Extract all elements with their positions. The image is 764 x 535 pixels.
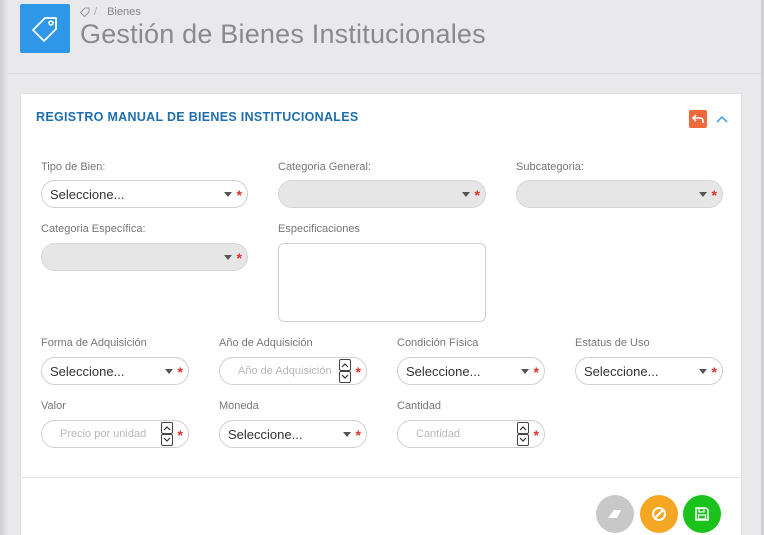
collapse-button[interactable] <box>715 112 729 126</box>
valor-placeholder: Precio por unidad <box>60 428 147 440</box>
required-mark: * <box>355 427 361 443</box>
tipo-bien-label: Tipo de Bien: <box>41 161 106 173</box>
subcategoria-select[interactable]: * <box>516 180 723 208</box>
ban-icon <box>652 507 666 521</box>
required-mark: * <box>177 427 183 443</box>
spin-up-icon[interactable] <box>339 359 351 371</box>
anio-adquisicion-stepper[interactable] <box>339 359 351 383</box>
required-mark: * <box>533 364 539 380</box>
footer-divider <box>21 477 741 478</box>
registration-panel: REGISTRO MANUAL DE BIENES INSTITUCIONALE… <box>20 93 742 535</box>
spin-up-icon[interactable] <box>517 422 529 434</box>
caret-down-icon <box>699 192 707 197</box>
categoria-general-label: Categoria General: <box>278 161 371 173</box>
breadcrumb-separator: / <box>94 6 98 18</box>
tag-icon <box>80 7 90 17</box>
cantidad-label: Cantidad <box>397 400 442 412</box>
tipo-bien-value: Seleccione... <box>50 186 125 202</box>
clear-button[interactable] <box>596 495 634 533</box>
spin-up-icon[interactable] <box>161 422 173 434</box>
back-arrow-icon <box>692 114 704 123</box>
required-mark: * <box>474 187 480 203</box>
estatus-uso-select[interactable]: Seleccione... * <box>575 357 723 385</box>
tipo-bien-select[interactable]: Seleccione... * <box>41 180 248 208</box>
condicion-fisica-select[interactable]: Seleccione... * <box>397 357 545 385</box>
spin-down-icon[interactable] <box>517 434 529 446</box>
cantidad-input[interactable]: Cantidad * <box>397 420 545 448</box>
caret-down-icon <box>521 369 529 374</box>
save-button[interactable] <box>683 495 721 533</box>
especificaciones-label: Especificaciones <box>278 223 360 235</box>
subcategoria-label: Subcategoria: <box>516 161 584 173</box>
spin-down-icon[interactable] <box>339 371 351 383</box>
moneda-label: Moneda <box>219 400 259 412</box>
condicion-fisica-value: Seleccione... <box>406 363 481 379</box>
caret-down-icon <box>165 369 173 374</box>
spin-down-icon[interactable] <box>161 434 173 446</box>
breadcrumb-item[interactable]: Bienes <box>107 6 141 18</box>
cantidad-placeholder: Cantidad <box>416 428 461 440</box>
condicion-fisica-label: Condición Física <box>397 337 479 349</box>
breadcrumb: / Bienes <box>80 6 141 18</box>
forma-adquisicion-label: Forma de Adquisición <box>41 337 147 349</box>
required-mark: * <box>711 364 717 380</box>
required-mark: * <box>355 364 361 380</box>
header-divider <box>8 73 761 74</box>
forma-adquisicion-value: Seleccione... <box>50 363 125 379</box>
moneda-value: Seleccione... <box>228 426 303 442</box>
forma-adquisicion-select[interactable]: Seleccione... * <box>41 357 189 385</box>
cantidad-stepper[interactable] <box>517 422 529 446</box>
save-icon <box>695 507 709 521</box>
chevron-up-icon <box>716 116 728 123</box>
panel-title: REGISTRO MANUAL DE BIENES INSTITUCIONALE… <box>36 110 359 124</box>
especificaciones-textarea[interactable] <box>278 243 486 322</box>
anio-adquisicion-label: Año de Adquisición <box>219 337 313 349</box>
estatus-uso-label: Estatus de Uso <box>575 337 650 349</box>
caret-down-icon <box>699 369 707 374</box>
anio-adquisicion-placeholder: Año de Adquisición <box>238 365 332 377</box>
valor-stepper[interactable] <box>161 422 173 446</box>
estatus-uso-value: Seleccione... <box>584 363 659 379</box>
page-title: Gestión de Bienes Institucionales <box>80 19 486 49</box>
categoria-especifica-select[interactable]: * <box>41 243 248 271</box>
required-mark: * <box>711 187 717 203</box>
caret-down-icon <box>224 192 232 197</box>
valor-input[interactable]: Precio por unidad * <box>41 420 189 448</box>
caret-down-icon <box>343 432 351 437</box>
required-mark: * <box>533 427 539 443</box>
tag-icon <box>20 4 70 53</box>
required-mark: * <box>177 364 183 380</box>
cancel-button[interactable] <box>640 495 678 533</box>
caret-down-icon <box>462 192 470 197</box>
valor-label: Valor <box>41 400 66 412</box>
caret-down-icon <box>224 255 232 260</box>
window-left-edge <box>0 0 8 535</box>
back-button[interactable] <box>689 110 707 128</box>
required-mark: * <box>236 250 242 266</box>
categoria-general-select[interactable]: * <box>278 180 486 208</box>
eraser-icon <box>608 510 621 518</box>
categoria-especifica-label: Categoria Específica: <box>41 223 146 235</box>
required-mark: * <box>236 187 242 203</box>
moneda-select[interactable]: Seleccione... * <box>219 420 367 448</box>
anio-adquisicion-input[interactable]: Año de Adquisición * <box>219 357 367 385</box>
